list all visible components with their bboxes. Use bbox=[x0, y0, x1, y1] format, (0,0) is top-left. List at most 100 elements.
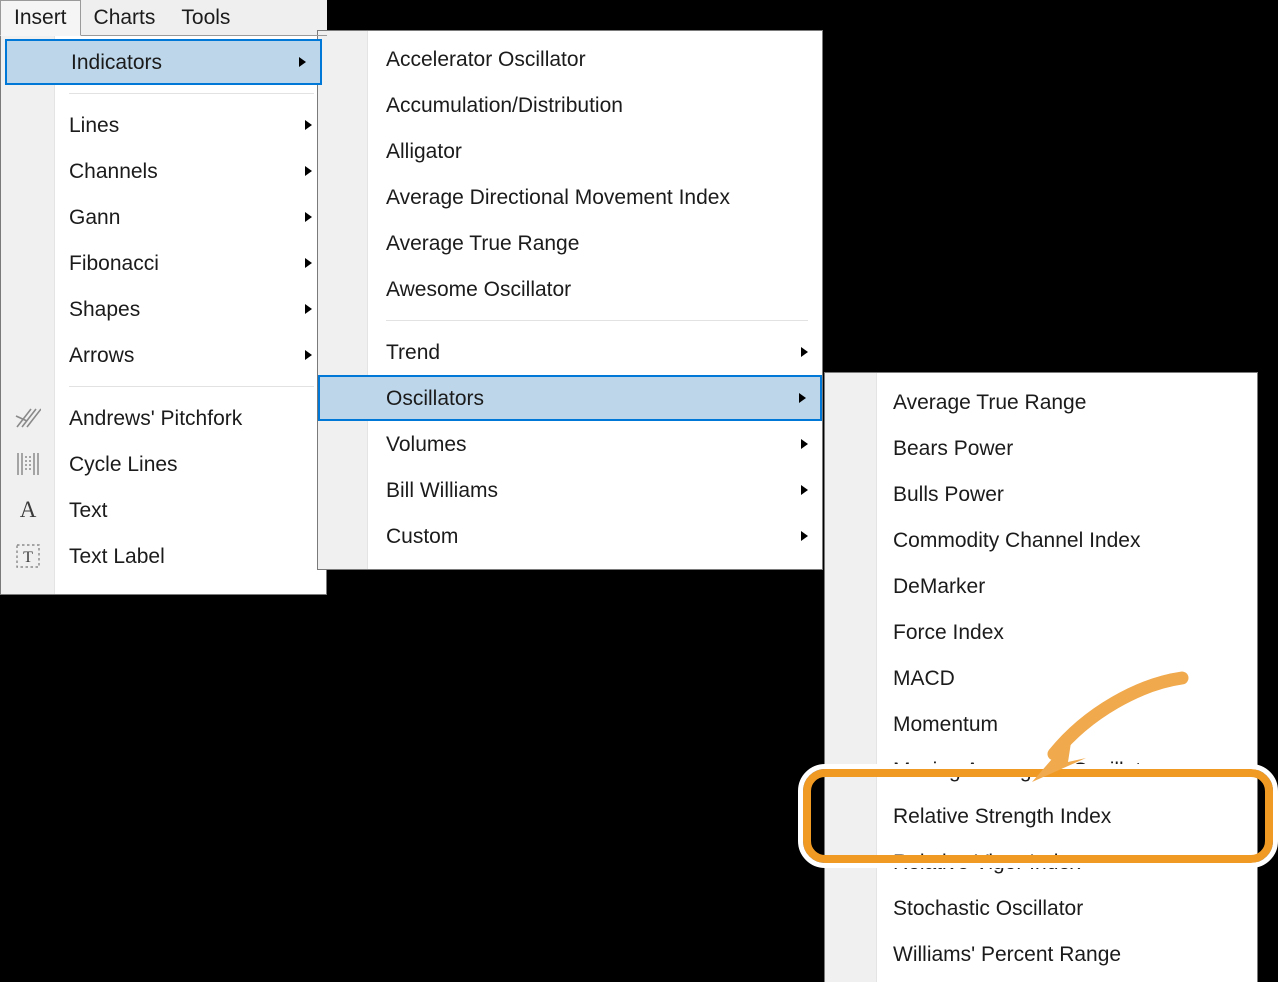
menu-item-label: Bears Power bbox=[893, 436, 1014, 460]
menu-item-label: Fibonacci bbox=[69, 251, 159, 275]
indicators-menu-list: Accelerator Oscillator Accumulation/Distr… bbox=[318, 31, 822, 559]
menu-item-trend[interactable]: Trend bbox=[318, 329, 822, 375]
insert-menu-list: Indicators Lines Channels Gann Fibonacci Shap… bbox=[1, 36, 326, 579]
menu-item-label: Arrows bbox=[69, 343, 135, 367]
insert-menu-panel: Indicators Lines Channels Gann Fibonacci Shap… bbox=[0, 35, 327, 595]
menu-item-macd[interactable]: MACD bbox=[825, 655, 1257, 701]
menu-item-icon-empty bbox=[1, 148, 55, 194]
menu-bar: Insert Charts Tools bbox=[0, 0, 327, 36]
menu-item-label: Gann bbox=[69, 205, 121, 229]
menu-item-icon-empty bbox=[1, 102, 55, 148]
menu-item-accelerator-oscillator[interactable]: Accelerator Oscillator bbox=[318, 36, 822, 82]
menu-separator bbox=[69, 386, 314, 387]
menu-separator bbox=[386, 320, 808, 321]
menu-item-momentum[interactable]: Momentum bbox=[825, 701, 1257, 747]
menu-item-text[interactable]: A Text bbox=[1, 487, 326, 533]
menu-item-custom[interactable]: Custom bbox=[318, 513, 822, 559]
menu-item-moving-average-of-oscillator[interactable]: Moving Average of Oscillator bbox=[825, 747, 1257, 793]
cycle-lines-icon bbox=[1, 441, 55, 487]
menu-item-label: Force Index bbox=[893, 620, 1004, 644]
menu-item-label: DeMarker bbox=[893, 574, 986, 598]
menu-item-commodity-channel-index[interactable]: Commodity Channel Index bbox=[825, 517, 1257, 563]
menu-item-label: Bulls Power bbox=[893, 482, 1004, 506]
menu-item-label: Moving Average of Oscillator bbox=[893, 758, 1160, 782]
menu-item-average-true-range[interactable]: Average True Range bbox=[825, 379, 1257, 425]
menu-item-fibonacci[interactable]: Fibonacci bbox=[1, 240, 326, 286]
menu-item-relative-vigor-index[interactable]: Relative Vigor Index bbox=[825, 839, 1257, 885]
screenshot-root: Insert Charts Tools Indicators Lines Channel… bbox=[0, 0, 1278, 982]
submenu-chevron-right-icon bbox=[299, 57, 306, 67]
submenu-chevron-right-icon bbox=[305, 258, 312, 268]
menu-item-label: Accelerator Oscillator bbox=[386, 47, 586, 71]
text-a-icon: A bbox=[1, 487, 55, 533]
menu-item-shapes[interactable]: Shapes bbox=[1, 286, 326, 332]
menu-item-average-directional-movement-index[interactable]: Average Directional Movement Index bbox=[318, 174, 822, 220]
menu-item-icon-empty bbox=[1, 194, 55, 240]
menu-item-force-index[interactable]: Force Index bbox=[825, 609, 1257, 655]
menubar-tab-label: Charts bbox=[93, 6, 156, 29]
submenu-chevron-right-icon bbox=[801, 485, 808, 495]
menubar-tab-label: Tools bbox=[181, 6, 231, 29]
menu-item-average-true-range[interactable]: Average True Range bbox=[318, 220, 822, 266]
submenu-chevron-right-icon bbox=[305, 166, 312, 176]
menu-item-awesome-oscillator[interactable]: Awesome Oscillator bbox=[318, 266, 822, 312]
menu-item-demarker[interactable]: DeMarker bbox=[825, 563, 1257, 609]
menu-item-label: Average True Range bbox=[893, 390, 1087, 414]
menu-item-bulls-power[interactable]: Bulls Power bbox=[825, 471, 1257, 517]
menu-item-label: Lines bbox=[69, 113, 120, 137]
letter-a-glyph: A bbox=[19, 497, 37, 522]
submenu-chevron-right-icon bbox=[799, 393, 806, 403]
menu-item-cycle-lines[interactable]: Cycle Lines bbox=[1, 441, 326, 487]
menu-item-volumes[interactable]: Volumes bbox=[318, 421, 822, 467]
menu-item-label: Commodity Channel Index bbox=[893, 528, 1141, 552]
menu-item-label: Momentum bbox=[893, 712, 999, 736]
menu-item-gann[interactable]: Gann bbox=[1, 194, 326, 240]
menu-item-icon-empty bbox=[1, 332, 55, 378]
menu-item-label: Trend bbox=[386, 340, 441, 364]
menu-item-icon-empty bbox=[7, 41, 61, 87]
menu-item-alligator[interactable]: Alligator bbox=[318, 128, 822, 174]
submenu-chevron-right-icon bbox=[801, 347, 808, 357]
menu-item-icon-empty bbox=[1, 240, 55, 286]
menu-item-label: Volumes bbox=[386, 432, 467, 456]
menu-item-arrows[interactable]: Arrows bbox=[1, 332, 326, 378]
submenu-chevron-right-icon bbox=[305, 304, 312, 314]
menu-item-label: Alligator bbox=[386, 139, 462, 163]
menu-item-icon-empty bbox=[1, 286, 55, 332]
menu-item-label: Bill Williams bbox=[386, 478, 498, 502]
menu-item-text-label[interactable]: T Text Label bbox=[1, 533, 326, 579]
menubar-tab-label: Insert bbox=[14, 6, 67, 29]
menu-item-label: Andrews' Pitchfork bbox=[69, 406, 243, 430]
text-label-icon: T bbox=[1, 533, 55, 579]
submenu-chevron-right-icon bbox=[801, 531, 808, 541]
menu-item-channels[interactable]: Channels bbox=[1, 148, 326, 194]
menu-item-label: Williams' Percent Range bbox=[893, 942, 1122, 966]
menu-item-label: Awesome Oscillator bbox=[386, 277, 572, 301]
menu-item-bears-power[interactable]: Bears Power bbox=[825, 425, 1257, 471]
menu-separator bbox=[69, 93, 314, 94]
menubar-tab-insert[interactable]: Insert bbox=[0, 0, 81, 36]
menu-item-lines[interactable]: Lines bbox=[1, 102, 326, 148]
menu-item-label: Channels bbox=[69, 159, 158, 183]
menubar-tab-tools[interactable]: Tools bbox=[168, 0, 243, 36]
menu-item-andrews-pitchfork[interactable]: Andrews' Pitchfork bbox=[1, 395, 326, 441]
menu-item-label: Average Directional Movement Index bbox=[386, 185, 730, 209]
submenu-chevron-right-icon bbox=[305, 120, 312, 130]
menu-item-label: Shapes bbox=[69, 297, 141, 321]
pitchfork-icon bbox=[1, 395, 55, 441]
menubar-tab-charts[interactable]: Charts bbox=[81, 0, 169, 36]
menu-item-oscillators[interactable]: Oscillators bbox=[318, 375, 822, 421]
oscillators-menu-list: Average True Range Bears Power Bulls Power… bbox=[825, 373, 1257, 977]
submenu-chevron-right-icon bbox=[801, 439, 808, 449]
menu-item-label: Stochastic Oscillator bbox=[893, 896, 1084, 920]
submenu-chevron-right-icon bbox=[305, 212, 312, 222]
menu-item-relative-strength-index[interactable]: Relative Strength Index bbox=[825, 793, 1257, 839]
menu-item-bill-williams[interactable]: Bill Williams bbox=[318, 467, 822, 513]
menu-item-label: Average True Range bbox=[386, 231, 580, 255]
submenu-chevron-right-icon bbox=[305, 350, 312, 360]
menu-item-accumulation-distribution[interactable]: Accumulation/Distribution bbox=[318, 82, 822, 128]
menu-item-stochastic-oscillator[interactable]: Stochastic Oscillator bbox=[825, 885, 1257, 931]
menu-item-label: Relative Vigor Index bbox=[893, 850, 1081, 874]
menu-item-williams-percent-range[interactable]: Williams' Percent Range bbox=[825, 931, 1257, 977]
menu-item-indicators[interactable]: Indicators bbox=[5, 39, 322, 85]
